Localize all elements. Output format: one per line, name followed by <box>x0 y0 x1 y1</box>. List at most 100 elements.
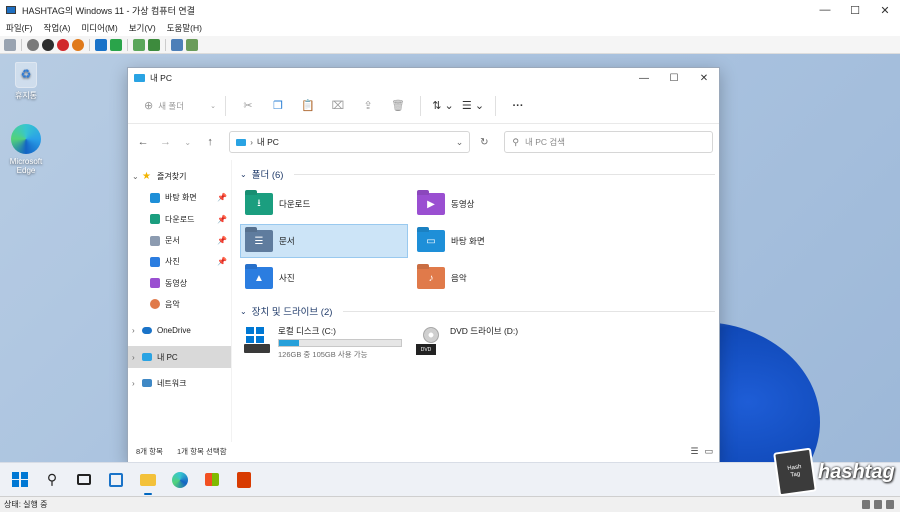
dvd-drive-icon: DVD <box>416 327 444 355</box>
sidebar-item-music[interactable]: 음악 <box>128 294 231 315</box>
task-view-button[interactable] <box>72 468 96 492</box>
new-button[interactable]: ⊕ 새 폴더 ⌄ <box>142 94 216 118</box>
rename-button[interactable]: ⌧ <box>325 94 351 118</box>
tiles-view-icon[interactable]: ▭ <box>704 446 713 457</box>
revert-icon[interactable] <box>148 38 160 51</box>
folder-tile-music[interactable]: ♪ 음악 <box>412 261 580 295</box>
sort-button[interactable]: ⇅ ⌄ <box>430 94 456 118</box>
refresh-button[interactable]: ↻ <box>474 131 494 153</box>
folder-label: 바탕 화면 <box>451 236 485 246</box>
host-maximize-button[interactable]: ☐ <box>840 0 870 20</box>
arrow-up-icon: ↑ <box>207 136 213 148</box>
sidebar-item-label: 내 PC <box>157 352 178 362</box>
explorer-close-button[interactable]: ✕ <box>689 68 719 88</box>
sidebar-item-downloads[interactable]: 다운로드 📌 <box>128 209 231 230</box>
store-taskbar-button[interactable] <box>200 468 224 492</box>
more-options-button[interactable]: ··· <box>505 94 531 118</box>
share-icon[interactable] <box>186 38 198 51</box>
resume-icon[interactable] <box>110 38 122 51</box>
sidebar-item-documents[interactable]: 문서 📌 <box>128 230 231 251</box>
folder-icon <box>140 473 156 486</box>
checkpoint-icon[interactable] <box>133 38 145 51</box>
folder-tile-documents[interactable]: ☰ 문서 <box>240 224 408 258</box>
file-explorer-taskbar-button[interactable] <box>136 468 160 495</box>
desktop-icon-recycle-bin[interactable]: ♻ 휴지통 <box>0 62 52 100</box>
menu-action[interactable]: 작업(A) <box>44 22 71 34</box>
folders-section-header[interactable]: ⌄ 폴더 (6) <box>240 166 715 182</box>
sidebar-item-label: 동영상 <box>165 278 188 288</box>
ctrl-alt-del-icon[interactable] <box>4 38 16 51</box>
menu-media[interactable]: 미디어(M) <box>81 22 117 34</box>
sidebar-item-pictures[interactable]: 사진 📌 <box>128 251 231 272</box>
host-minimize-button[interactable]: — <box>810 0 840 20</box>
chevron-right-icon[interactable]: › <box>132 326 142 335</box>
desktop-icon-label: 휴지통 <box>14 91 38 100</box>
folder-tile-pictures[interactable]: ▲ 사진 <box>240 261 408 295</box>
sidebar-item-videos[interactable]: 동영상 <box>128 272 231 293</box>
chevron-down-icon[interactable]: ⌄ <box>456 137 464 148</box>
desktop-icon-edge[interactable]: Microsoft Edge <box>0 124 52 175</box>
up-button[interactable]: ↑ <box>201 131 219 153</box>
menu-help[interactable]: 도움말(H) <box>167 22 202 34</box>
folder-grid: ⭳ 다운로드 ▶ 동영상 ☰ 문서 ▭ 바탕 화면 ▲ 사진 ♪ 음악 <box>240 182 715 295</box>
copy-button[interactable]: ❐ <box>265 94 291 118</box>
chevron-down-icon[interactable]: ⌄ <box>132 172 142 181</box>
chevron-right-icon[interactable]: › <box>132 379 142 388</box>
back-button[interactable]: ← <box>134 131 152 153</box>
keyboard-icon <box>862 500 870 509</box>
address-path: 내 PC <box>256 137 279 147</box>
pause-icon[interactable] <box>95 38 107 51</box>
view-button[interactable]: ☰ ⌄ <box>460 94 486 118</box>
folder-tile-downloads[interactable]: ⭳ 다운로드 <box>240 187 408 221</box>
sidebar-item-network[interactable]: › 네트워크 <box>128 373 231 394</box>
edge-taskbar-button[interactable] <box>168 468 192 492</box>
search-input[interactable] <box>525 137 706 147</box>
office-taskbar-button[interactable] <box>232 468 256 492</box>
widgets-button[interactable] <box>104 468 128 492</box>
details-view-icon[interactable]: ☰ <box>690 446 698 457</box>
sidebar-item-desktop[interactable]: 바탕 화면 📌 <box>128 187 231 208</box>
documents-folder-icon <box>150 235 160 246</box>
forward-button[interactable]: → <box>156 131 174 153</box>
pin-icon: 📌 <box>217 193 227 203</box>
item-count: 8개 항목 <box>136 446 163 456</box>
sidebar-item-onedrive[interactable]: › OneDrive <box>128 320 231 341</box>
enhanced-session-icon[interactable] <box>171 38 183 51</box>
sidebar-item-label: 네트워크 <box>157 378 187 388</box>
cut-button[interactable]: ✂ <box>235 94 261 118</box>
file-explorer-window: 내 PC — ☐ ✕ ⊕ 새 폴더 ⌄ ✂ ❐ 📋 ⌧ ⇪ 🗑 ⇅ ⌄ ☰ ⌄ … <box>127 67 720 463</box>
this-pc-icon <box>142 353 152 362</box>
menu-view[interactable]: 보기(V) <box>129 22 156 34</box>
drive-tile-d[interactable]: DVD DVD 드라이브 (D:) <box>412 325 580 365</box>
search-box[interactable]: ⚲ <box>504 131 714 153</box>
drive-tile-c[interactable]: 로컬 디스크 (C:) 126GB 중 105GB 사용 가능 <box>240 325 408 365</box>
save-state-icon[interactable] <box>72 38 84 51</box>
task-view-icon <box>77 474 91 485</box>
explorer-title-bar: 내 PC — ☐ ✕ <box>128 68 719 88</box>
sidebar-item-label: 바탕 화면 <box>165 193 197 203</box>
paste-button[interactable]: 📋 <box>295 94 321 118</box>
start-vm-icon[interactable] <box>27 38 39 51</box>
recent-locations-button[interactable]: ⌄ <box>179 131 197 153</box>
search-button[interactable]: ⚲ <box>40 468 64 492</box>
host-close-button[interactable]: ✕ <box>870 0 900 20</box>
start-button[interactable] <box>8 468 32 492</box>
command-divider <box>420 95 421 116</box>
delete-button[interactable]: 🗑 <box>385 94 411 118</box>
folder-tile-desktop[interactable]: ▭ 바탕 화면 <box>412 224 580 258</box>
taskbar: ⚲ ⌃ <box>0 462 900 496</box>
sidebar-item-this-pc[interactable]: › 내 PC <box>128 346 231 368</box>
explorer-minimize-button[interactable]: — <box>629 68 659 88</box>
folder-tile-videos[interactable]: ▶ 동영상 <box>412 187 580 221</box>
view-icon: ☰ ⌄ <box>461 100 485 112</box>
sidebar-item-label: 즐겨찾기 <box>157 172 187 182</box>
share-button[interactable]: ⇪ <box>355 94 381 118</box>
turn-off-icon[interactable] <box>42 38 54 51</box>
drives-section-header[interactable]: ⌄ 장치 및 드라이브 (2) <box>240 303 715 319</box>
address-bar[interactable]: › 내 PC ⌄ <box>229 131 471 153</box>
chevron-right-icon[interactable]: › <box>132 353 142 362</box>
explorer-maximize-button[interactable]: ☐ <box>659 68 689 88</box>
sidebar-item-quick-access[interactable]: ⌄ ★ 즐겨찾기 <box>128 166 231 187</box>
menu-file[interactable]: 파일(F) <box>6 22 33 34</box>
shutdown-icon[interactable] <box>57 38 69 51</box>
